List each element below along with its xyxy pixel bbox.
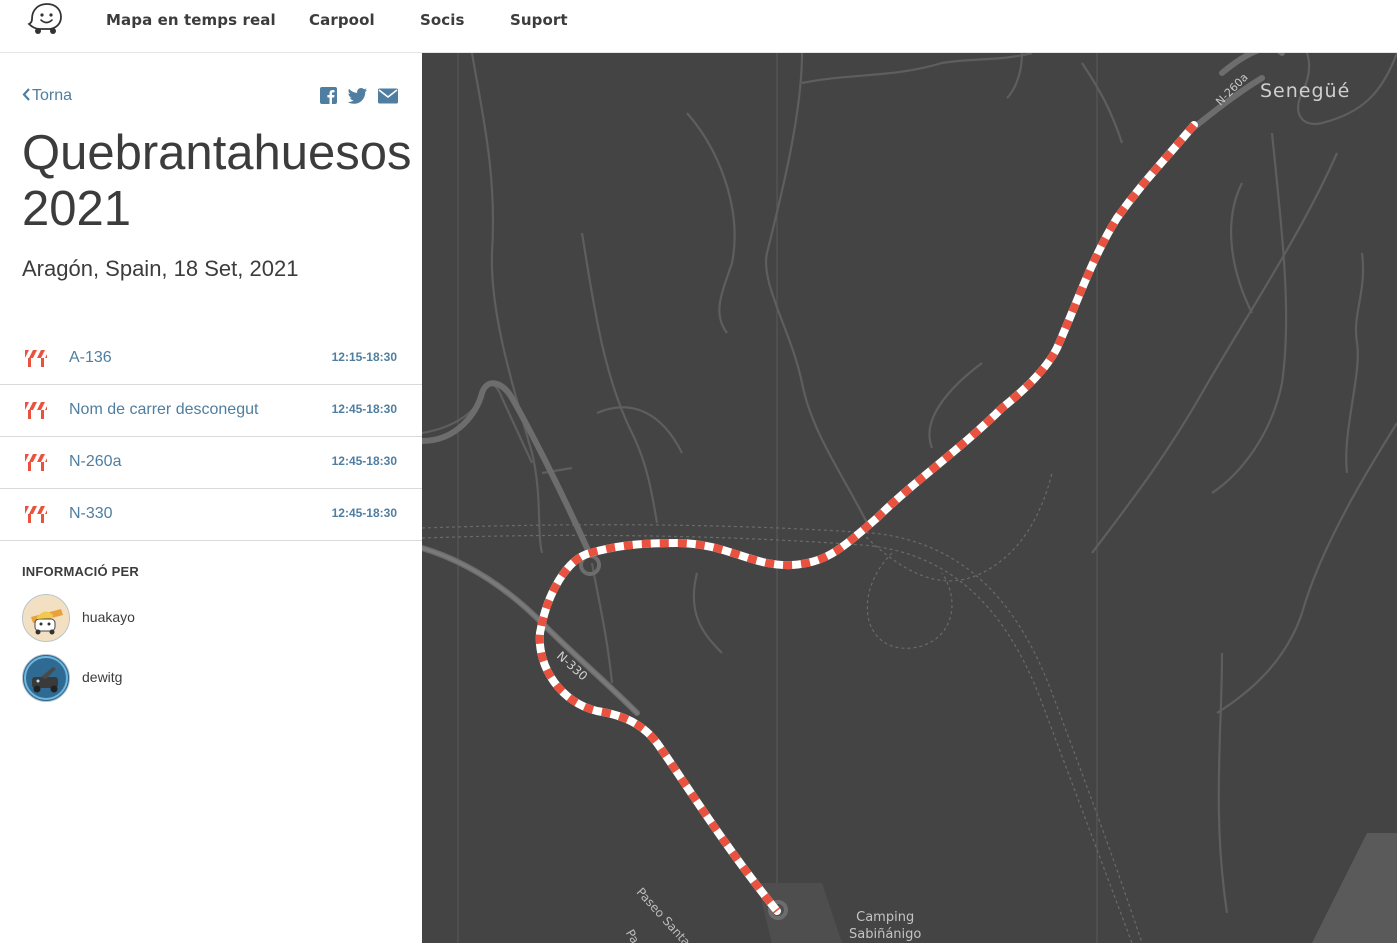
- closure-name: A-136: [69, 349, 112, 366]
- map-label-camping: Camping Sabiñánigo: [849, 909, 921, 943]
- road-closed-icon: [25, 402, 47, 419]
- closure-time: 12:45-18:30: [331, 402, 397, 416]
- nav-carpool[interactable]: Carpool: [309, 11, 375, 29]
- back-label: Torna: [32, 87, 73, 104]
- contributor-huakayo[interactable]: huakayo: [22, 594, 322, 642]
- top-navigation: Mapa en temps real Carpool Socis Suport: [0, 0, 1397, 53]
- map-label-camping-line2: Sabiñánigo: [849, 927, 922, 942]
- closure-name: Nom de carrer desconegut: [69, 401, 259, 418]
- closure-name: N-260a: [69, 453, 122, 470]
- map-label-town: Senegüé: [1260, 80, 1351, 102]
- facebook-icon[interactable]: [319, 87, 339, 105]
- closure-item[interactable]: N-330 12:45-18:30: [0, 489, 422, 541]
- contributor-dewitg[interactable]: dewitg: [22, 654, 322, 702]
- closure-time: 12:45-18:30: [331, 506, 397, 520]
- nav-partners[interactable]: Socis: [420, 11, 465, 29]
- event-sidebar: Torna Quebrantahuesos 2021 Aragón, Spain,…: [0, 53, 422, 943]
- closure-time: 12:45-18:30: [331, 454, 397, 468]
- chevron-left-icon: [22, 88, 30, 101]
- map-view[interactable]: Senegüé N-260a N-330 Paseo Santa Lucía P…: [422, 53, 1397, 943]
- event-subtitle: Aragón, Spain, 18 Set, 2021: [22, 256, 299, 281]
- road-closed-icon: [25, 350, 47, 367]
- event-title-line2: 2021: [22, 182, 132, 236]
- map-label-camping-line1: Camping: [856, 910, 915, 925]
- closure-route[interactable]: [535, 121, 1198, 915]
- road-closed-icon: [25, 506, 47, 523]
- event-title-line1: Quebrantahuesos: [22, 126, 412, 180]
- nav-live-map[interactable]: Mapa en temps real: [106, 11, 276, 29]
- back-link[interactable]: Torna: [22, 87, 72, 105]
- email-icon[interactable]: [378, 87, 398, 105]
- map-canvas[interactable]: [422, 53, 1397, 943]
- avatar: [22, 594, 70, 642]
- closure-item[interactable]: Nom de carrer desconegut 12:45-18:30: [0, 385, 422, 437]
- road-closed-icon: [25, 454, 47, 471]
- closure-name: N-330: [69, 505, 113, 522]
- info-by-label: INFORMACIÓ PER: [22, 564, 139, 579]
- contributor-name: dewitg: [82, 669, 123, 685]
- waze-logo[interactable]: [26, 2, 64, 36]
- avatar-image: [23, 655, 69, 701]
- nav-support[interactable]: Suport: [510, 11, 568, 29]
- avatar-image: [23, 595, 69, 641]
- closure-item[interactable]: N-260a 12:45-18:30: [0, 437, 422, 489]
- contributor-name: huakayo: [82, 609, 135, 625]
- closure-item[interactable]: A-136 12:15-18:30: [0, 333, 422, 385]
- avatar: [22, 654, 70, 702]
- twitter-icon[interactable]: [348, 87, 368, 105]
- event-title: Quebrantahuesos 2021: [22, 125, 422, 237]
- closure-list: A-136 12:15-18:30 Nom de carrer desconeg…: [0, 333, 422, 541]
- closure-time: 12:15-18:30: [331, 350, 397, 364]
